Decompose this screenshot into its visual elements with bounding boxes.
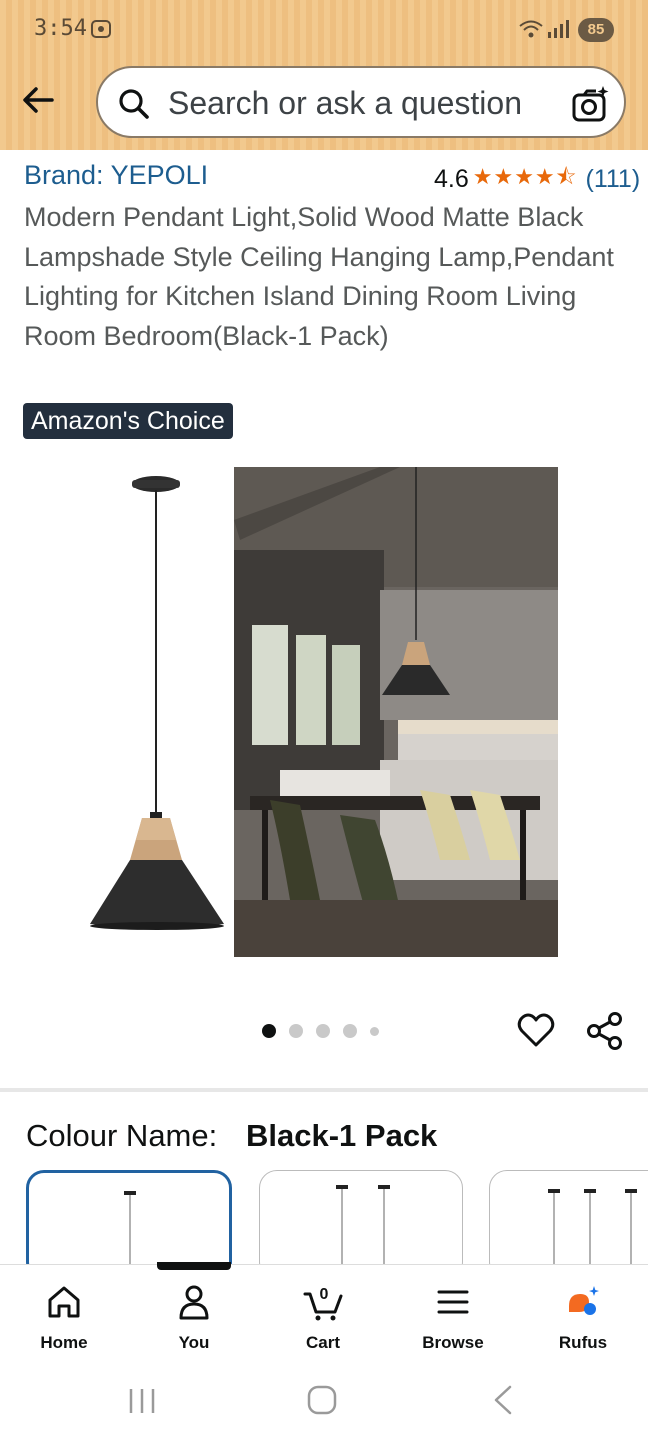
signal-icon (548, 20, 569, 38)
share-icon[interactable] (584, 1010, 626, 1052)
person-icon (179, 1285, 209, 1320)
recent-apps-icon[interactable] (128, 1386, 156, 1416)
gallery-dot[interactable] (289, 1024, 303, 1038)
rating-summary[interactable]: 4.6 ★★★★⯪ (111) (434, 160, 640, 198)
system-back-icon[interactable] (490, 1384, 516, 1416)
system-navigation-bar (0, 1364, 648, 1440)
section-divider (0, 1088, 648, 1092)
status-bar: 3:54 85 (0, 0, 648, 60)
pendant-lamp-image (90, 476, 224, 930)
nav-rufus[interactable]: Rufus (538, 1282, 628, 1353)
gallery-dot[interactable] (316, 1024, 330, 1038)
gallery-dot[interactable] (343, 1024, 357, 1038)
home-button-icon[interactable] (306, 1384, 338, 1416)
amazons-choice-badge: Amazon's Choice (23, 403, 233, 439)
star-rating-icon: ★★★★⯪ (472, 164, 578, 189)
review-count-link[interactable]: (111) (586, 165, 641, 194)
gallery-pagination[interactable] (262, 1024, 379, 1038)
menu-icon (437, 1290, 469, 1314)
nav-cart[interactable]: 0 Cart (278, 1282, 368, 1353)
nav-browse[interactable]: Browse (408, 1282, 498, 1353)
nav-home[interactable]: Home (19, 1282, 109, 1353)
variant-label: Colour Name: (26, 1118, 218, 1153)
nav-home-label: Home (40, 1333, 88, 1352)
nav-cart-label: Cart (305, 1333, 340, 1352)
search-icon (119, 89, 149, 119)
heart-icon[interactable] (516, 1010, 556, 1050)
search-bar[interactable]: Search or ask a question (96, 66, 626, 138)
rufus-icon (569, 1286, 599, 1315)
status-time: 3:54 (34, 16, 87, 41)
variant-value: Black-1 Pack (246, 1118, 438, 1153)
nav-you-label: You (178, 1333, 210, 1352)
gallery-dot[interactable] (262, 1024, 276, 1038)
home-icon (48, 1286, 80, 1318)
nav-active-indicator (157, 1262, 231, 1270)
back-arrow-icon[interactable] (18, 80, 58, 120)
nav-you[interactable]: You (149, 1282, 239, 1353)
product-image-gallery[interactable] (0, 460, 648, 970)
nav-browse-label: Browse (422, 1333, 484, 1352)
room-scene-image (234, 467, 558, 957)
app-header: 3:54 85 Search or ask a question (0, 0, 648, 150)
wifi-icon (519, 20, 543, 38)
camera-search-icon[interactable] (570, 84, 610, 124)
gallery-dot[interactable] (370, 1026, 379, 1036)
cart-icon: 0 (303, 1286, 343, 1321)
product-title: Modern Pendant Light,Solid Wood Matte Bl… (24, 202, 614, 351)
nav-rufus-label: Rufus (558, 1333, 608, 1352)
brand-link[interactable]: Brand: YEPOLI (24, 160, 208, 191)
rating-value: 4.6 (434, 164, 469, 193)
product-image (90, 467, 558, 957)
cart-count: 0 (320, 1286, 329, 1303)
screenshot-icon (91, 20, 111, 38)
battery-indicator: 85 (578, 18, 614, 42)
search-placeholder[interactable]: Search or ask a question (168, 85, 522, 122)
